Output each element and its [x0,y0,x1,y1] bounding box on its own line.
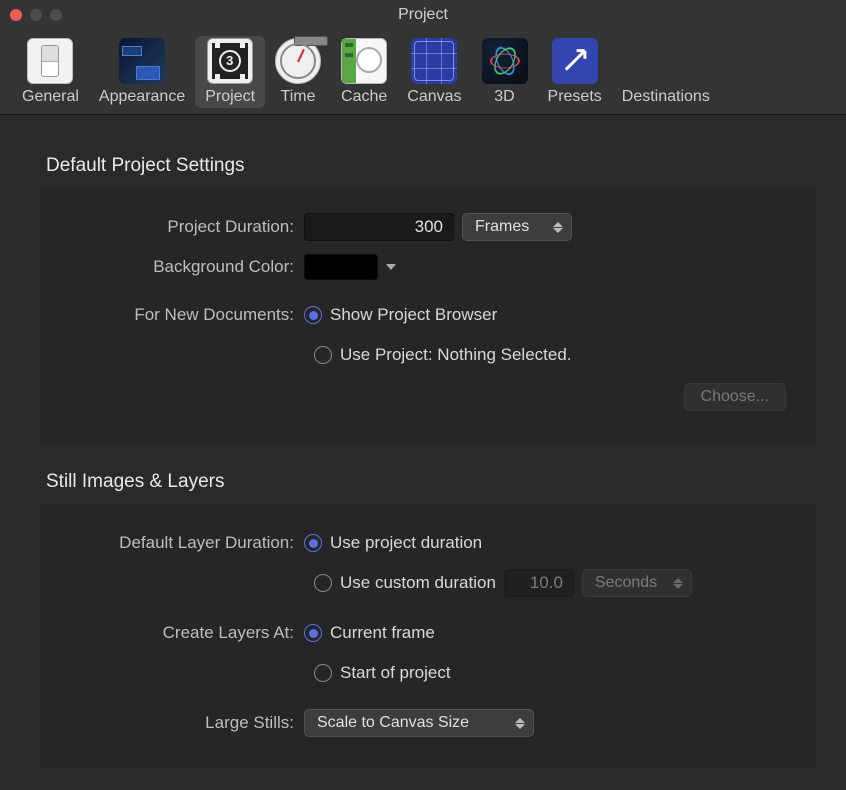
background-color-label: Background Color: [64,257,304,277]
tab-label: Cache [341,88,387,106]
custom-duration-input[interactable] [504,569,574,597]
large-stills-label: Large Stills: [64,713,304,733]
window-title: Project [0,6,846,24]
appearance-icon [119,38,165,84]
preferences-window: Project General Appearance 3 Project Tim… [0,0,846,790]
tab-label: Destinations [622,88,710,106]
layer-duration-label: Default Layer Duration: [64,533,304,553]
custom-duration-unit-select[interactable]: Seconds [582,569,692,597]
prefs-toolbar: General Appearance 3 Project Time Cache … [0,30,846,115]
radio-label: Use project duration [330,533,482,553]
project-duration-unit-select[interactable]: Frames [462,213,572,241]
project-icon: 3 [207,38,253,84]
3d-icon [482,38,528,84]
destinations-icon [643,38,689,84]
titlebar: Project [0,0,846,30]
project-duration-label: Project Duration: [64,217,304,237]
select-value: Frames [475,218,529,236]
tab-label: Canvas [407,88,461,106]
tab-presets[interactable]: Presets [538,36,612,108]
radio-show-project-browser[interactable] [304,306,322,324]
radio-current-frame[interactable] [304,624,322,642]
chevron-down-icon[interactable] [386,264,396,270]
choose-project-button[interactable]: Choose... [684,383,786,411]
project-duration-input[interactable] [304,213,454,241]
select-value: Scale to Canvas Size [317,714,469,732]
time-icon [275,38,321,84]
tab-label: Time [281,88,316,106]
tab-project[interactable]: 3 Project [195,36,265,108]
radio-use-project-duration[interactable] [304,534,322,552]
tab-label: General [22,88,79,106]
radio-label: Current frame [330,623,435,643]
tab-cache[interactable]: Cache [331,36,397,108]
radio-use-custom-duration[interactable] [314,574,332,592]
tab-destinations[interactable]: Destinations [612,36,720,108]
radio-use-project[interactable] [314,346,332,364]
new-documents-label: For New Documents: [64,305,304,325]
content-area: Default Project Settings Project Duratio… [0,115,846,790]
tab-label: Appearance [99,88,185,106]
stepper-icon [673,578,683,589]
tab-time[interactable]: Time [265,36,331,108]
stepper-icon [553,222,563,233]
radio-label: Use custom duration [340,573,496,593]
section-title-stills: Still Images & Layers [46,471,816,493]
radio-label: Start of project [340,663,451,683]
tab-label: 3D [494,88,514,106]
cache-icon [341,38,387,84]
radio-start-of-project[interactable] [314,664,332,682]
tab-label: Project [205,88,255,106]
stepper-icon [515,718,525,729]
section-title-default-project: Default Project Settings [46,155,816,177]
canvas-icon [411,38,457,84]
tab-appearance[interactable]: Appearance [89,36,195,108]
tab-canvas[interactable]: Canvas [397,36,471,108]
section-stills: Default Layer Duration: Use project dura… [40,503,816,769]
radio-label: Use Project: Nothing Selected. [340,345,572,365]
tab-general[interactable]: General [12,36,89,108]
section-default-project: Project Duration: Frames Background Colo… [40,187,816,443]
tab-3d[interactable]: 3D [472,36,538,108]
large-stills-select[interactable]: Scale to Canvas Size [304,709,534,737]
presets-icon [552,38,598,84]
general-icon [27,38,73,84]
background-color-well[interactable] [304,254,378,280]
select-value: Seconds [595,574,657,592]
create-layers-at-label: Create Layers At: [64,623,304,643]
radio-label: Show Project Browser [330,305,497,325]
tab-label: Presets [548,88,602,106]
